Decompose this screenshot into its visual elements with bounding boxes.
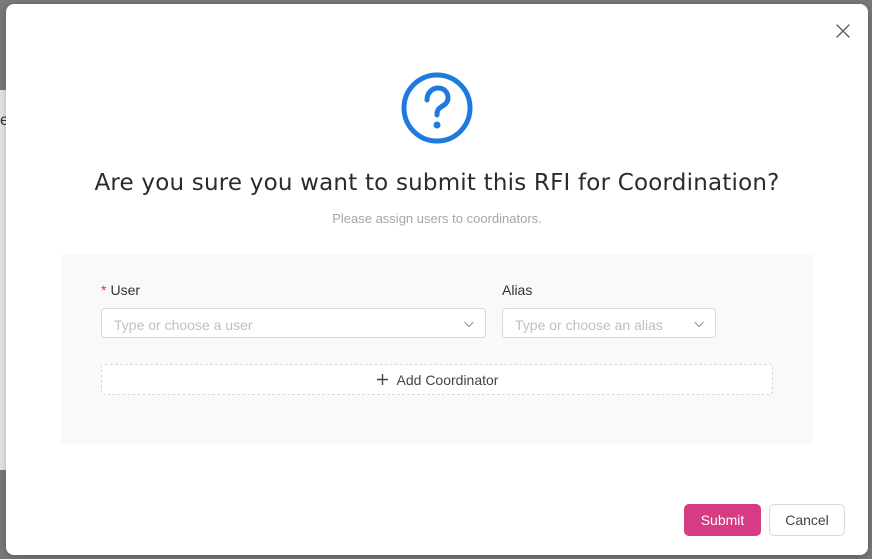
add-coordinator-label: Add Coordinator [396,371,499,388]
user-select-placeholder: Type or choose a user [114,317,253,333]
cancel-button[interactable]: Cancel [769,504,845,536]
alias-select-placeholder: Type or choose an alias [515,317,663,333]
coordinator-form-panel: * User Type or choose a user Alias Type o… [61,254,813,444]
user-label-text: User [110,282,141,298]
add-coordinator-button[interactable]: Add Coordinator [101,364,773,395]
question-circle-icon [401,72,473,144]
user-select[interactable]: Type or choose a user [101,308,486,338]
close-icon [836,24,850,38]
alias-select[interactable]: Type or choose an alias [502,308,716,338]
submit-button[interactable]: Submit [684,504,761,536]
required-marker: * [101,282,107,298]
plus-icon [376,374,388,385]
close-button[interactable] [834,22,852,40]
chevron-down-icon [464,321,474,328]
alias-field-label: Alias [502,282,533,298]
confirm-modal: Are you sure you want to submit this RFI… [6,4,868,555]
chevron-down-icon [694,321,704,328]
modal-title: Are you sure you want to submit this RFI… [94,170,780,196]
user-field-label: * User [101,282,140,298]
modal-subtitle: Please assign users to coordinators. [332,211,542,226]
